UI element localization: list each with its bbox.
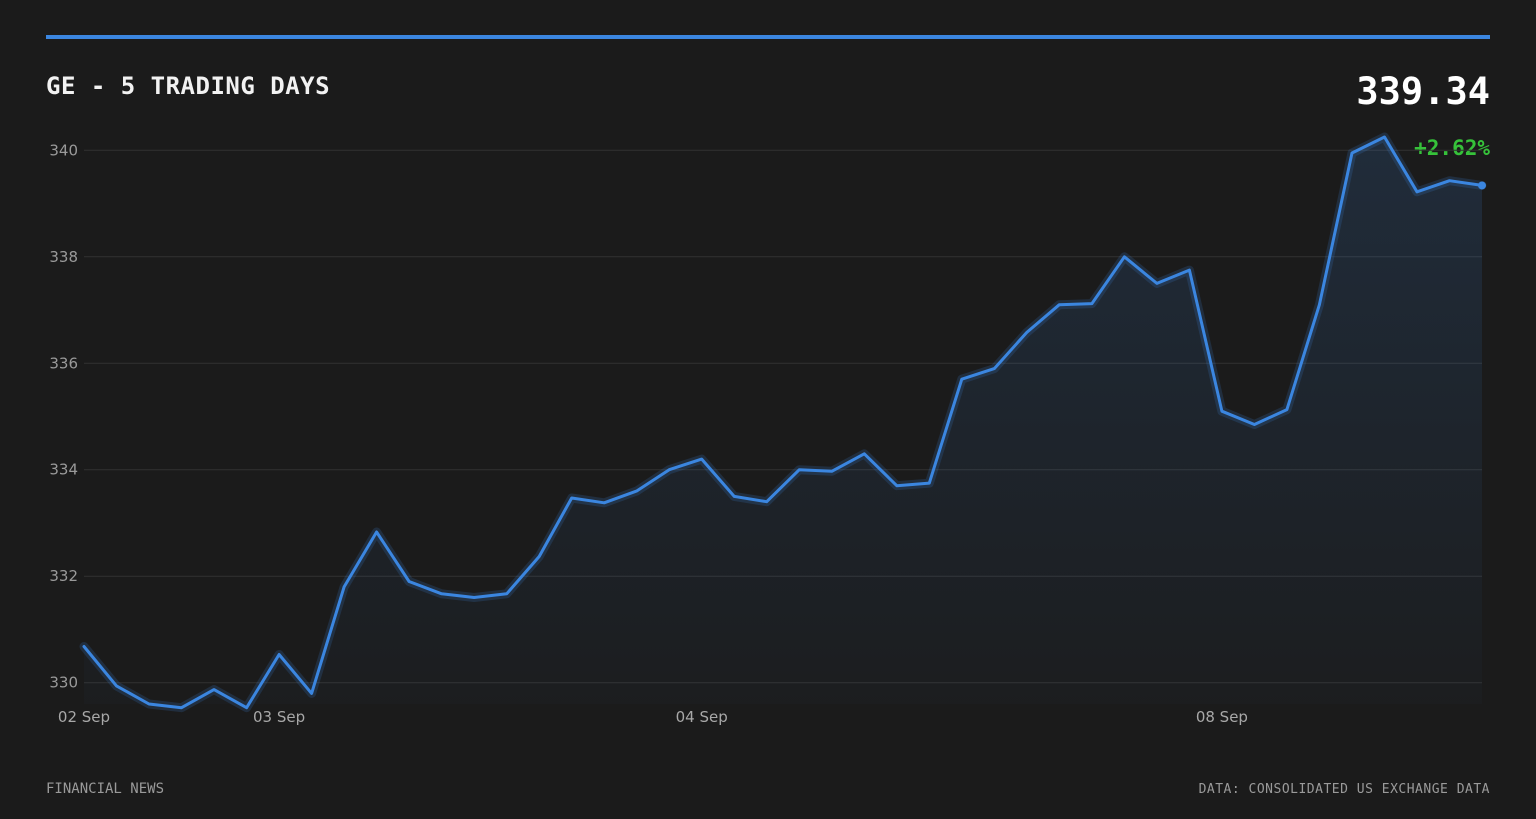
- price-chart: 330 332 334 336 338 340 02 Sep 03 Sep 04 Sep 08 …: [49, 132, 1487, 726]
- price-points: [1478, 181, 1486, 190]
- x-tick-label: 08 Sep: [1196, 708, 1248, 726]
- x-axis-ticks: 02 Sep 03 Sep 04 Sep 08 Sep: [58, 708, 1248, 726]
- footer-data-credit: DATA: CONSOLIDATED US EXCHANGE DATA: [1198, 782, 1490, 797]
- x-tick-label: 02 Sep: [58, 708, 110, 726]
- x-tick-label: 04 Sep: [676, 708, 728, 726]
- y-tick-label: 338: [49, 248, 78, 266]
- footer-source-left: FINANCIAL NEWS: [46, 781, 165, 797]
- y-axis-ticks: 330 332 334 336 338 340: [49, 141, 78, 691]
- y-tick-label: 340: [49, 141, 78, 159]
- y-tick-label: 334: [49, 461, 78, 479]
- y-tick-label: 330: [49, 674, 78, 692]
- y-tick-label: 332: [49, 567, 78, 585]
- y-tick-label: 336: [49, 354, 78, 372]
- last-price-marker: [1478, 181, 1486, 190]
- price-area-fill: [84, 137, 1482, 708]
- x-tick-label: 03 Sep: [253, 708, 305, 726]
